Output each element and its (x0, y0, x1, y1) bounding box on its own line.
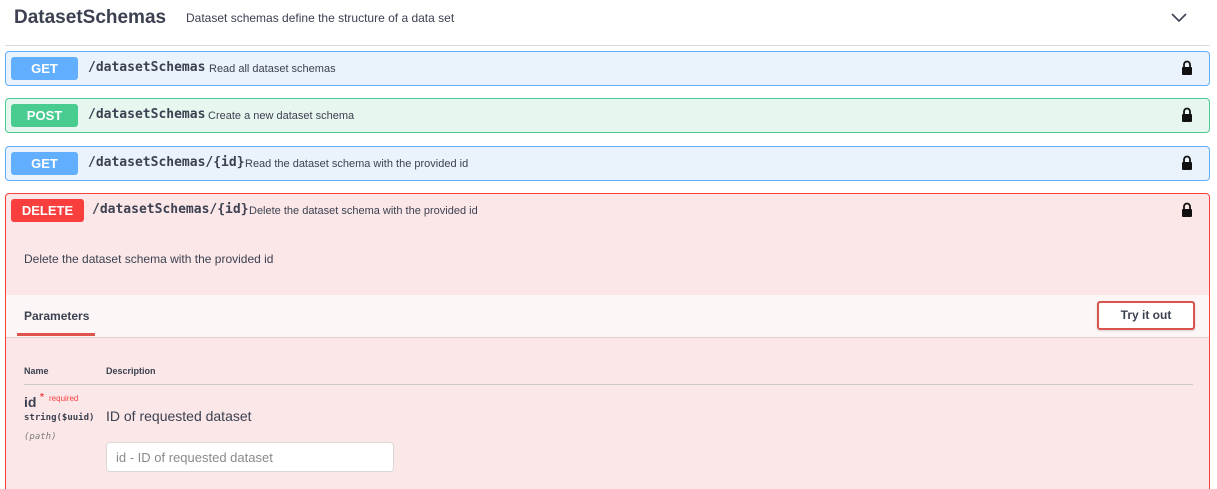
param-description: ID of requested dataset (106, 408, 252, 424)
chevron-down-icon[interactable] (1170, 10, 1188, 24)
tag-title[interactable]: DatasetSchemas (14, 7, 166, 29)
operation-path: /datasetSchemas (88, 60, 206, 75)
try-it-out-button[interactable]: Try it out (1097, 301, 1195, 330)
tag-description: Dataset schemas define the structure of … (186, 11, 455, 25)
operation-summary: Delete the dataset schema with the provi… (249, 205, 478, 217)
method-badge: GET (11, 57, 78, 80)
opblock-post-dataset-schemas[interactable]: POST /datasetSchemas Create a new datase… (5, 98, 1210, 133)
tab-parameters[interactable]: Parameters (24, 309, 89, 323)
operation-summary: Read the dataset schema with the provide… (245, 158, 469, 170)
parameters-section-header: Parameters Try it out (6, 295, 1209, 338)
param-required-star: * (40, 392, 44, 403)
param-required-label: required (49, 394, 79, 403)
method-badge: DELETE (11, 199, 84, 222)
param-type: string($uuid) (24, 413, 95, 423)
table-divider (24, 384, 1193, 385)
opblock-delete-dataset-schema[interactable]: DELETE /datasetSchemas/{id} Delete the d… (5, 193, 1210, 228)
lock-icon[interactable] (1181, 107, 1193, 123)
column-header-name: Name (24, 366, 49, 376)
opblock-get-dataset-schemas[interactable]: GET /datasetSchemas Read all dataset sch… (5, 51, 1210, 86)
lock-icon[interactable] (1181, 202, 1193, 218)
operation-path: /datasetSchemas/{id} (88, 155, 245, 170)
operation-path: /datasetSchemas (88, 107, 206, 122)
opblock-get-dataset-schema-by-id[interactable]: GET /datasetSchemas/{id} Read the datase… (5, 146, 1210, 181)
column-header-description: Description (106, 366, 156, 376)
lock-icon[interactable] (1181, 155, 1193, 171)
lock-icon[interactable] (1181, 60, 1193, 76)
id-input[interactable] (106, 442, 394, 472)
opblock-body: Delete the dataset schema with the provi… (5, 227, 1210, 489)
method-badge: POST (11, 104, 78, 127)
operation-summary: Create a new dataset schema (208, 110, 355, 122)
operation-summary: Read all dataset schemas (209, 63, 336, 75)
operation-description: Delete the dataset schema with the provi… (24, 252, 274, 266)
param-name: id (24, 394, 37, 410)
method-badge: GET (11, 152, 78, 175)
operation-path: /datasetSchemas/{id} (92, 202, 249, 217)
param-location: (path) (24, 432, 57, 442)
tab-active-indicator (17, 333, 95, 336)
tag-header[interactable]: DatasetSchemas Dataset schemas define th… (5, 0, 1210, 46)
